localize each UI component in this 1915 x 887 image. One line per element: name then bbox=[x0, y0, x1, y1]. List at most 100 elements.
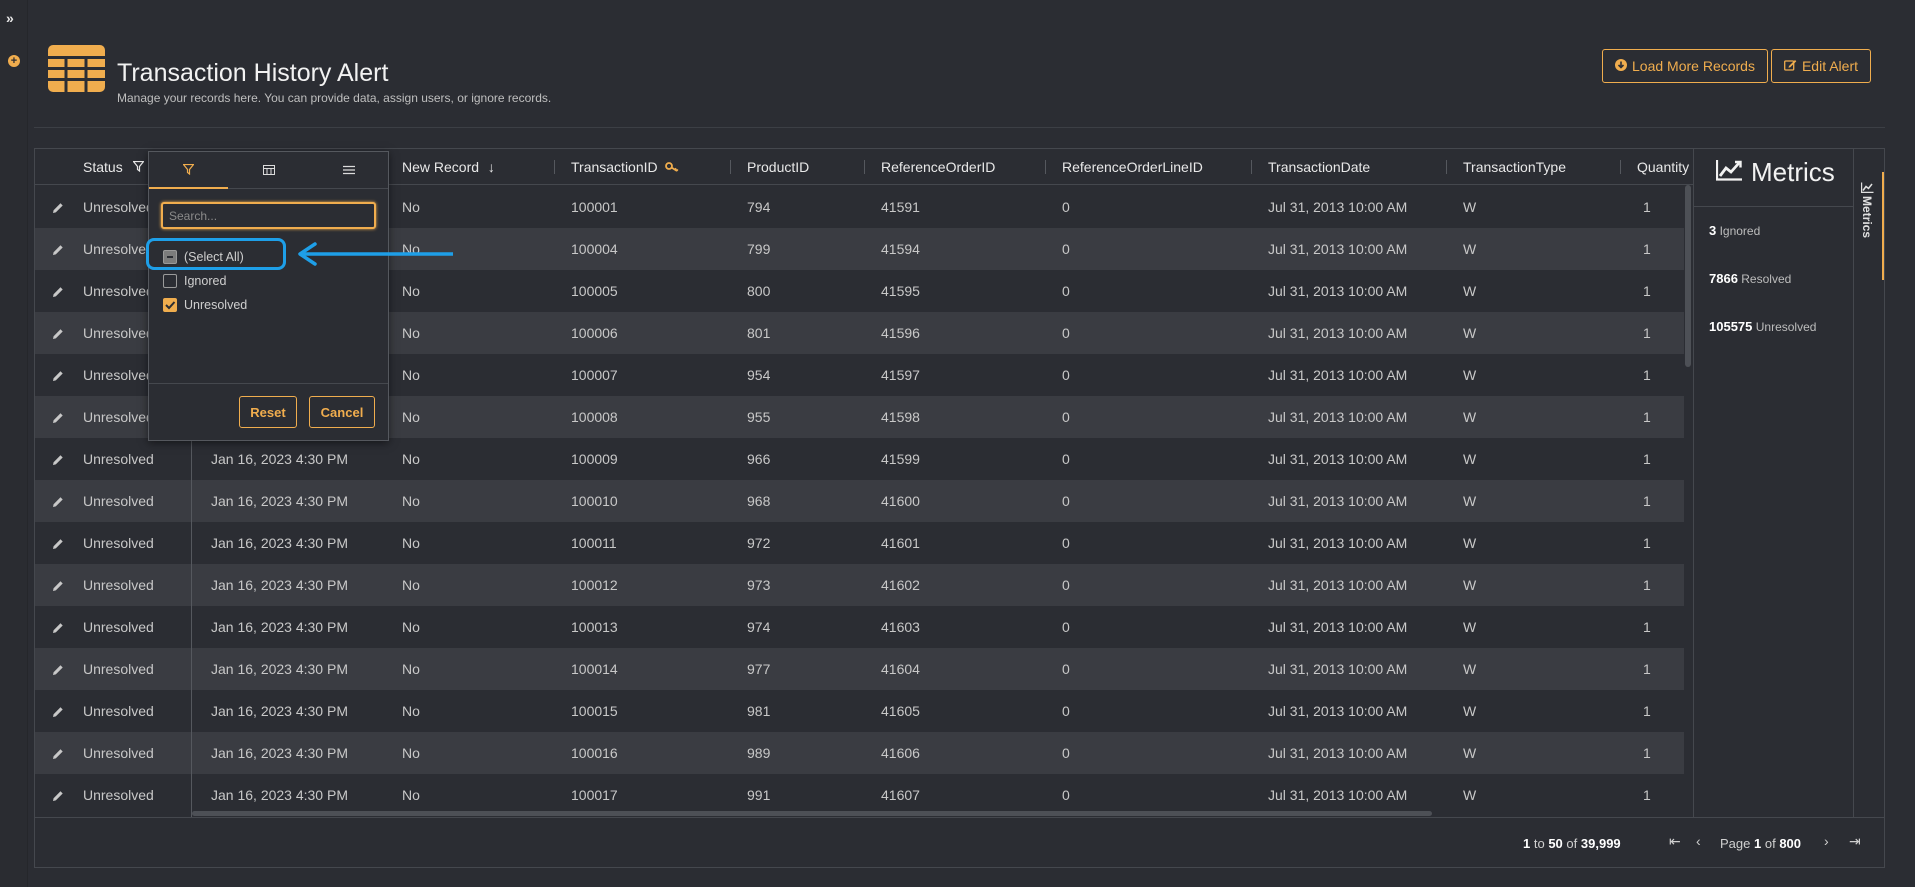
horizontal-scrollbar[interactable] bbox=[192, 810, 1684, 817]
pencil-icon[interactable] bbox=[52, 438, 64, 480]
toolbar: Load More Records Edit Alert bbox=[1602, 49, 1871, 83]
cell-reference-order-line-id: 0 bbox=[1062, 661, 1070, 677]
column-separator[interactable] bbox=[1620, 160, 1621, 174]
cell-product-id: 977 bbox=[747, 661, 771, 677]
table-row[interactable]: Unresolved Jan 16, 2023 4:30 PM No 100014 97… bbox=[35, 648, 1685, 690]
column-header-product-id[interactable]: ProductID bbox=[747, 149, 809, 185]
cell-transaction-date: Jul 31, 2013 10:00 AM bbox=[1268, 535, 1408, 551]
table-row[interactable]: Unresolved Jan 16, 2023 4:30 PM No 100010 96… bbox=[35, 480, 1685, 522]
edit-alert-button[interactable]: Edit Alert bbox=[1770, 49, 1871, 83]
pencil-icon[interactable] bbox=[52, 564, 64, 606]
column-separator[interactable] bbox=[554, 160, 555, 174]
table-row[interactable]: Unresolved Jan 16, 2023 4:30 PM No 100011 97… bbox=[35, 522, 1685, 564]
cell-created: Jan 16, 2023 4:30 PM bbox=[211, 451, 348, 467]
pencil-icon[interactable] bbox=[52, 354, 64, 396]
vertical-scrollbar[interactable] bbox=[1684, 185, 1692, 817]
pencil-icon[interactable] bbox=[52, 480, 64, 522]
column-separator[interactable] bbox=[730, 160, 731, 174]
table-row[interactable]: Unresolved Jan 16, 2023 4:30 PM No 100015 98… bbox=[35, 690, 1685, 732]
plus-circle-icon[interactable]: + bbox=[8, 55, 20, 67]
cell-reference-order-line-id: 0 bbox=[1062, 535, 1070, 551]
next-page-icon[interactable]: › bbox=[1824, 833, 1829, 849]
pencil-icon[interactable] bbox=[52, 648, 64, 690]
cell-product-id: 973 bbox=[747, 577, 771, 593]
cell-transaction-type: W bbox=[1463, 577, 1477, 593]
table-row[interactable]: Unresolved Jan 16, 2023 4:30 PM No 100012 97… bbox=[35, 564, 1685, 606]
tab-filter[interactable] bbox=[149, 152, 228, 189]
pencil-icon[interactable] bbox=[52, 606, 64, 648]
cancel-button[interactable]: Cancel bbox=[309, 396, 375, 428]
pencil-icon[interactable] bbox=[52, 774, 64, 816]
previous-page-icon[interactable]: ‹ bbox=[1696, 833, 1701, 849]
column-header-transaction-type[interactable]: TransactionType bbox=[1463, 149, 1566, 185]
column-header-status[interactable]: Status bbox=[83, 149, 145, 185]
column-header-quantity[interactable]: Quantity bbox=[1637, 149, 1689, 185]
cell-reference-order-line-id: 0 bbox=[1062, 325, 1070, 341]
table-row[interactable]: Unresolved Jan 16, 2023 4:30 PM No 100013 97… bbox=[35, 606, 1685, 648]
column-header-new-record[interactable]: New Record ↓ bbox=[402, 149, 495, 185]
pencil-icon[interactable] bbox=[52, 270, 64, 312]
pencil-icon[interactable] bbox=[52, 732, 64, 774]
column-separator[interactable] bbox=[1251, 160, 1252, 174]
column-separator[interactable] bbox=[1045, 160, 1046, 174]
cell-product-id: 981 bbox=[747, 703, 771, 719]
cell-product-id: 800 bbox=[747, 283, 771, 299]
reset-button[interactable]: Reset bbox=[239, 396, 297, 428]
table-row[interactable]: Unresolved Jan 16, 2023 4:30 PM No 100016 98… bbox=[35, 732, 1685, 774]
metric-unresolved: 105575 Unresolved bbox=[1709, 319, 1817, 334]
checkbox[interactable] bbox=[163, 274, 177, 288]
cell-product-id: 966 bbox=[747, 451, 771, 467]
cell-product-id: 801 bbox=[747, 325, 771, 341]
status-filter-popup: (Select All) Ignored Unresolved Reset Ca… bbox=[148, 151, 389, 441]
cell-reference-order-line-id: 0 bbox=[1062, 367, 1070, 383]
load-more-records-button[interactable]: Load More Records bbox=[1602, 49, 1768, 83]
cell-transaction-id: 100010 bbox=[571, 493, 618, 509]
column-header-transaction-date[interactable]: TransactionDate bbox=[1268, 149, 1370, 185]
cell-reference-order-line-id: 0 bbox=[1062, 619, 1070, 635]
filter-option-unresolved[interactable]: Unresolved bbox=[163, 296, 247, 314]
filter-icon[interactable] bbox=[131, 160, 145, 175]
tab-general[interactable] bbox=[309, 152, 388, 189]
table-row[interactable]: Unresolved Jan 16, 2023 4:30 PM No 100009 96… bbox=[35, 438, 1685, 480]
cell-new-record: No bbox=[402, 283, 420, 299]
filter-search-input[interactable] bbox=[161, 202, 376, 229]
cell-product-id: 955 bbox=[747, 409, 771, 425]
checked-checkbox[interactable] bbox=[163, 298, 177, 312]
cell-status: Unresolved bbox=[83, 577, 154, 593]
pencil-icon[interactable] bbox=[52, 228, 64, 270]
column-header-reference-order-id[interactable]: ReferenceOrderID bbox=[881, 149, 995, 185]
cell-transaction-date: Jul 31, 2013 10:00 AM bbox=[1268, 199, 1408, 215]
double-chevron-right-icon[interactable]: » bbox=[6, 10, 14, 26]
cell-created: Jan 16, 2023 4:30 PM bbox=[211, 493, 348, 509]
cell-created: Jan 16, 2023 4:30 PM bbox=[211, 703, 348, 719]
cell-transaction-date: Jul 31, 2013 10:00 AM bbox=[1268, 661, 1408, 677]
column-header-reference-order-line-id[interactable]: ReferenceOrderLineID bbox=[1062, 149, 1203, 185]
cell-transaction-id: 100013 bbox=[571, 619, 618, 635]
cell-transaction-type: W bbox=[1463, 199, 1477, 215]
pencil-icon[interactable] bbox=[52, 186, 64, 228]
pencil-icon[interactable] bbox=[52, 312, 64, 354]
cell-transaction-date: Jul 31, 2013 10:00 AM bbox=[1268, 619, 1408, 635]
pencil-icon[interactable] bbox=[52, 522, 64, 564]
first-page-icon[interactable]: ⇤ bbox=[1669, 833, 1681, 850]
pencil-icon[interactable] bbox=[52, 396, 64, 438]
table-columns-icon bbox=[262, 163, 275, 178]
tab-columns[interactable] bbox=[229, 152, 308, 189]
cell-reference-order-id: 41595 bbox=[881, 283, 920, 299]
cell-reference-order-id: 41598 bbox=[881, 409, 920, 425]
filter-option-ignored[interactable]: Ignored bbox=[163, 272, 226, 290]
column-separator[interactable] bbox=[864, 160, 865, 174]
column-separator[interactable] bbox=[1446, 160, 1447, 174]
pencil-icon[interactable] bbox=[52, 690, 64, 732]
page-subtitle: Manage your records here. You can provid… bbox=[117, 91, 552, 105]
metrics-side-tab[interactable]: Metrics bbox=[1854, 172, 1884, 280]
cell-status: Unresolved bbox=[83, 493, 154, 509]
column-header-transaction-id[interactable]: TransactionID bbox=[571, 149, 679, 185]
vertical-scroll-thumb[interactable] bbox=[1685, 185, 1691, 367]
cell-transaction-id: 100009 bbox=[571, 451, 618, 467]
last-page-icon[interactable]: ⇥ bbox=[1849, 833, 1861, 850]
horizontal-scroll-thumb[interactable] bbox=[192, 811, 1432, 816]
cell-transaction-id: 100005 bbox=[571, 283, 618, 299]
cell-reference-order-id: 41594 bbox=[881, 241, 920, 257]
cell-transaction-type: W bbox=[1463, 409, 1477, 425]
